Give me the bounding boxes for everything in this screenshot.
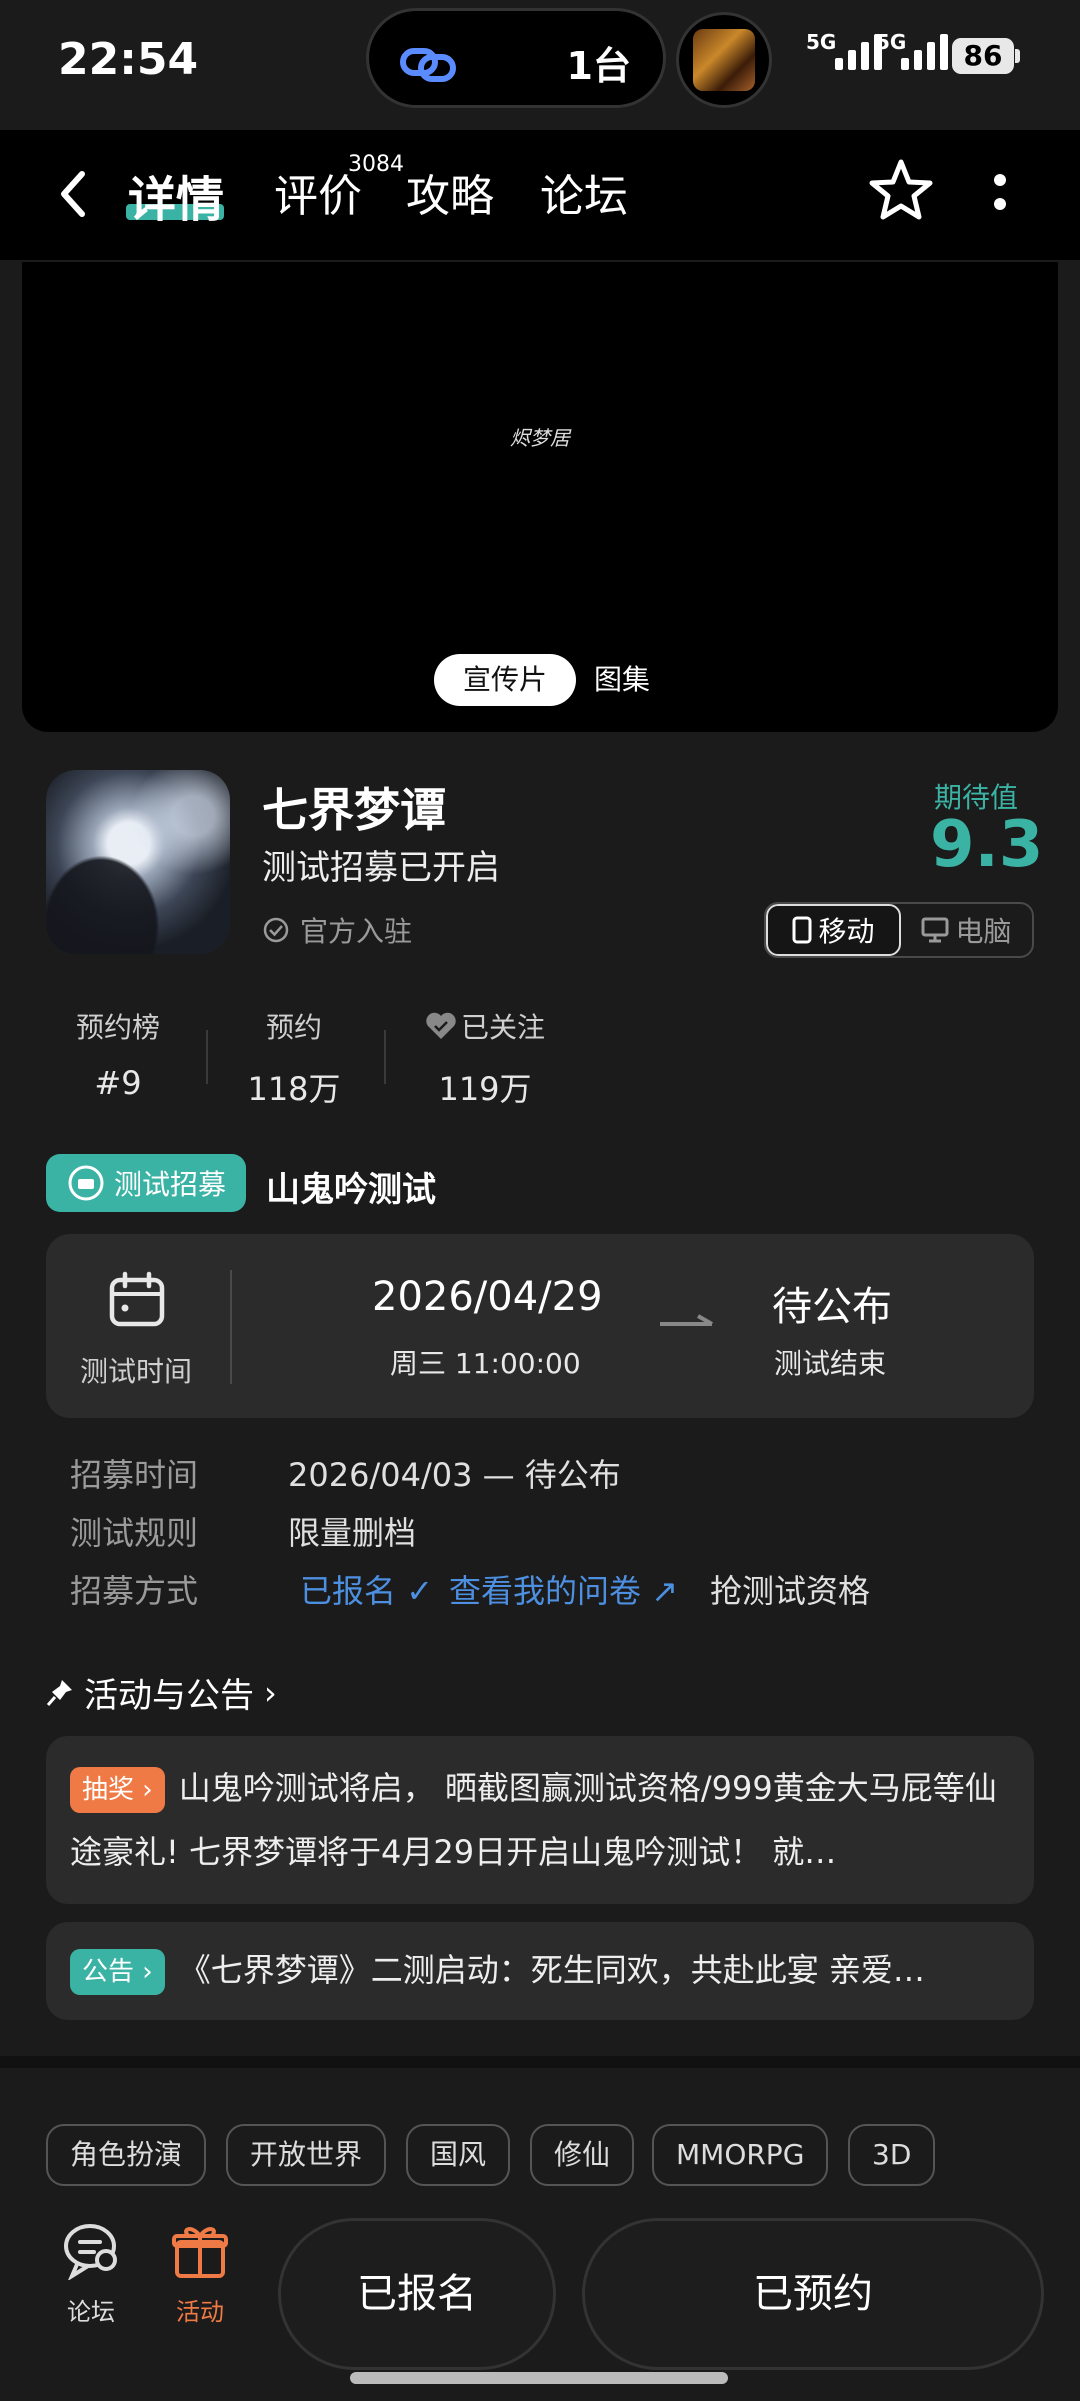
external-link-icon: ↗ — [651, 1572, 678, 1610]
test-rule-label: 测试规则 — [70, 1514, 199, 1552]
section-separator — [0, 2056, 1080, 2068]
device-count: 1台 — [566, 44, 631, 88]
heart-icon — [426, 1012, 456, 1039]
gift-icon — [172, 2227, 228, 2278]
activities-header[interactable]: 活动与公告 › — [46, 1668, 277, 1717]
check-circle-icon — [263, 917, 289, 943]
tab-forum[interactable]: 论坛 — [540, 160, 628, 224]
test-end-label: 测试结束 — [774, 1347, 887, 1380]
activity-item-lottery[interactable]: 抽奖 › 山鬼吟测试将启， 晒截图赢测试资格/999黄金大马屁等仙途豪礼! 七界梦… — [46, 1736, 1034, 1904]
test-start-time: 周三 11:00:00 — [390, 1347, 581, 1380]
tab-details[interactable]: 详情 — [128, 160, 224, 230]
forum-icon — [64, 2224, 117, 2282]
activity-item-notice[interactable]: 公告 › 《七界梦谭》二测启动：死生同欢，共赴此宴 亲爱… — [46, 1922, 1034, 2020]
recruit-test-name: 山鬼吟测试 — [266, 1170, 436, 1210]
chevron-right-icon: › — [264, 1673, 277, 1712]
stat-followers[interactable]: 已关注 119万 — [410, 1006, 560, 1110]
signal-icon-2: 5G — [876, 30, 948, 70]
media-tab-trailer[interactable]: 宣传片 — [434, 654, 576, 706]
recruit-method-label: 招募方式 — [70, 1572, 199, 1610]
game-title: 七界梦谭 — [262, 783, 446, 837]
back-icon[interactable] — [58, 170, 88, 218]
test-recruit-badge: 测试招募 — [46, 1154, 246, 1212]
arrow-right-icon — [660, 1314, 713, 1326]
genre-tag[interactable]: 开放世界 — [226, 2124, 387, 2186]
recruit-method-value: 已报名 ✓ 查看我的问卷 ↗ 抢测试资格 — [300, 1566, 870, 1612]
notice-tag: 公告 › — [70, 1949, 165, 1995]
platform-pc[interactable]: 电脑 — [901, 904, 1032, 956]
game-subtitle: 测试招募已开启 — [262, 848, 500, 888]
calendar-icon — [109, 1271, 165, 1327]
grab-qualification-text: 抢测试资格 — [710, 1572, 871, 1610]
bottom-forum[interactable]: 论坛 — [56, 2222, 126, 2327]
check-icon: ✓ — [406, 1572, 433, 1610]
test-start-date: 2026/04/29 — [372, 1274, 603, 1320]
genre-tag[interactable]: 3D — [848, 2124, 936, 2186]
pin-icon — [46, 1679, 72, 1706]
media-tab-gallery[interactable]: 图集 — [594, 654, 650, 706]
recruit-time-label: 招募时间 — [70, 1456, 199, 1494]
genre-tag[interactable]: 角色扮演 — [46, 2124, 207, 2186]
reviews-count-badge: 3084 — [348, 152, 404, 177]
star-icon[interactable] — [868, 158, 934, 222]
dynamic-island-pill[interactable]: 1台 — [366, 8, 666, 108]
signup-button[interactable]: 已报名 — [278, 2218, 556, 2370]
tab-guides[interactable]: 攻略 — [406, 160, 494, 224]
video-logo: 烬梦居 — [510, 426, 570, 450]
test-time-label: 测试时间 — [80, 1355, 193, 1388]
test-time-card: 测试时间 2026/04/29 周三 11:00:00 待公布 测试结束 — [46, 1234, 1034, 1418]
more-icon[interactable] — [992, 172, 1008, 212]
stat-reservations: 预约 118万 — [247, 1011, 341, 1108]
platform-mobile[interactable]: 移动 — [766, 904, 901, 956]
signal-icon-1: 5G — [806, 30, 882, 70]
status-time: 22:54 — [58, 34, 199, 85]
game-icon — [46, 770, 230, 954]
bottom-activity[interactable]: 活动 — [164, 2222, 236, 2327]
questionnaire-link[interactable]: 查看我的问卷 ↗ — [449, 1566, 678, 1612]
phone-icon — [792, 916, 812, 944]
test-end-status: 待公布 — [772, 1284, 892, 1330]
stat-rank[interactable]: 预约榜 #9 — [60, 1006, 176, 1102]
game-mini-icon[interactable] — [676, 12, 772, 108]
media-player[interactable]: 烬梦居 宣传片 图集 — [22, 262, 1058, 732]
recruit-time-value: 2026/04/03 — 待公布 — [288, 1456, 621, 1494]
official-badge: 官方入驻 — [262, 910, 412, 950]
platform-switch[interactable]: 移动 电脑 — [764, 902, 1034, 958]
link-icon — [400, 48, 456, 82]
test-rule-value: 限量删档 — [288, 1514, 417, 1552]
test-icon — [68, 1165, 104, 1201]
monitor-icon — [921, 917, 949, 943]
home-indicator[interactable] — [350, 2372, 728, 2384]
battery-icon: 86 — [952, 38, 1014, 74]
genre-tag[interactable]: 修仙 — [530, 2124, 635, 2186]
genre-tag[interactable]: MMORPG — [652, 2124, 829, 2186]
lottery-tag: 抽奖 › — [70, 1767, 165, 1813]
genre-tag[interactable]: 国风 — [406, 2124, 511, 2186]
registered-link[interactable]: 已报名 ✓ — [300, 1566, 433, 1612]
expectation-value: 9.3 — [930, 808, 1044, 882]
reserve-button[interactable]: 已预约 — [582, 2218, 1044, 2370]
